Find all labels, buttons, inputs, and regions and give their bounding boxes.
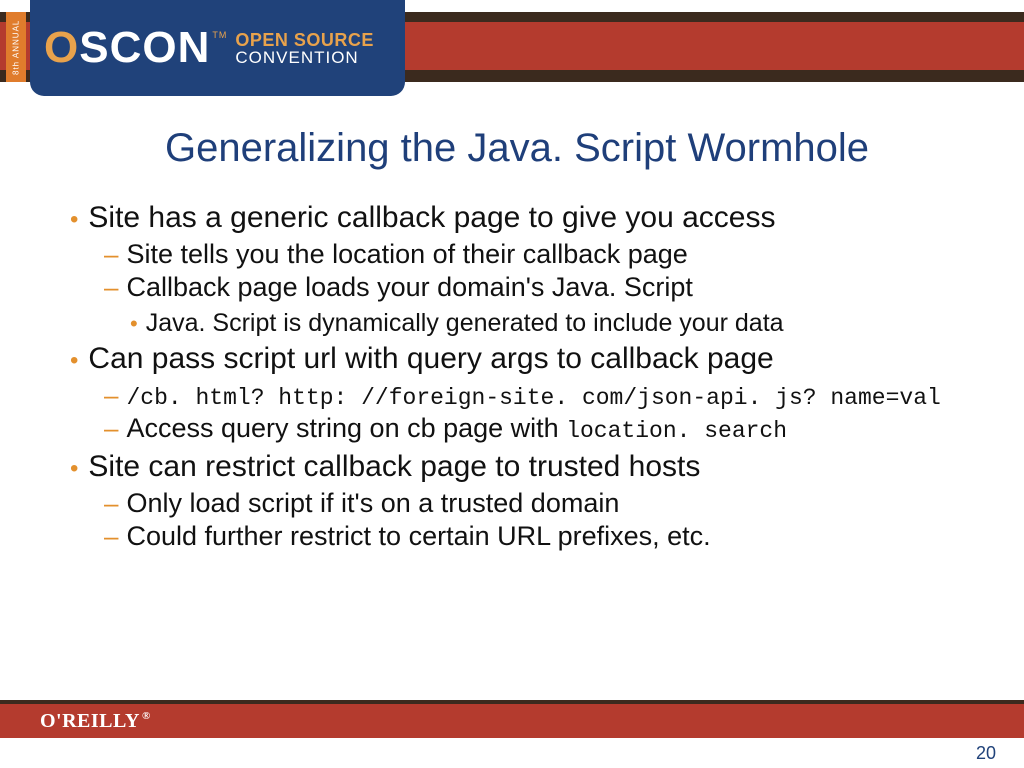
list-item: • Site has a generic callback page to gi… <box>70 201 964 338</box>
sub-text: Only load script if it's on a trusted do… <box>126 488 619 519</box>
sub-text-code: /cb. html? http: //foreign-site. com/jso… <box>126 385 940 411</box>
sub-text: Access query string on cb page with loca… <box>126 413 787 444</box>
page-number: 20 <box>976 743 996 764</box>
footer-bar: O'REILLY® <box>0 704 1024 738</box>
sub-text-code: location. search <box>566 418 787 444</box>
oscon-logo-plate: OSCONTM OPEN SOURCE CONVENTION <box>30 0 405 96</box>
sub-text: Could further restrict to certain URL pr… <box>126 521 710 552</box>
slide-header: 8th ANNUAL OSCONTM OPEN SOURCE CONVENTIO… <box>0 0 1024 100</box>
bullet-icon: • <box>70 349 78 373</box>
dash-icon: – <box>104 239 118 270</box>
bullet-text: Site can restrict callback page to trust… <box>88 450 700 484</box>
sub-text-pre: Access query string on cb page with <box>126 413 566 443</box>
open-source-label: OPEN SOURCE <box>235 31 374 49</box>
dash-icon: – <box>104 488 118 519</box>
slide-footer: O'REILLY® 20 <box>0 700 1024 768</box>
list-item: • Can pass script url with query args to… <box>70 342 964 444</box>
dash-icon: – <box>104 272 118 303</box>
bullet-list: • Site has a generic callback page to gi… <box>70 201 964 552</box>
oscon-subtitle: OPEN SOURCE CONVENTION <box>235 31 374 66</box>
bullet-icon: • <box>130 311 138 337</box>
slide-body: Generalizing the Java. Script Wormhole •… <box>0 100 1024 552</box>
list-item: • Site can restrict callback page to tru… <box>70 450 964 552</box>
sub-text: Callback page loads your domain's Java. … <box>126 272 692 303</box>
bullet-text: Site has a generic callback page to give… <box>88 201 775 235</box>
convention-label: CONVENTION <box>235 49 374 66</box>
dash-icon: – <box>104 521 118 552</box>
oscon-wordmark: OSCONTM <box>44 23 225 73</box>
oreilly-logo: O'REILLY® <box>40 710 149 733</box>
bullet-text: Can pass script url with query args to c… <box>88 342 773 376</box>
bullet-icon: • <box>70 208 78 232</box>
annual-badge: 8th ANNUAL <box>6 12 26 82</box>
bullet-icon: • <box>70 457 78 481</box>
footer-page-row: 20 <box>0 738 1024 768</box>
subsub-text: Java. Script is dynamically generated to… <box>146 309 784 338</box>
sub-text: Site tells you the location of their cal… <box>126 239 687 270</box>
dash-icon: – <box>104 413 118 444</box>
slide-title: Generalizing the Java. Script Wormhole <box>70 126 964 171</box>
dash-icon: – <box>104 380 118 411</box>
